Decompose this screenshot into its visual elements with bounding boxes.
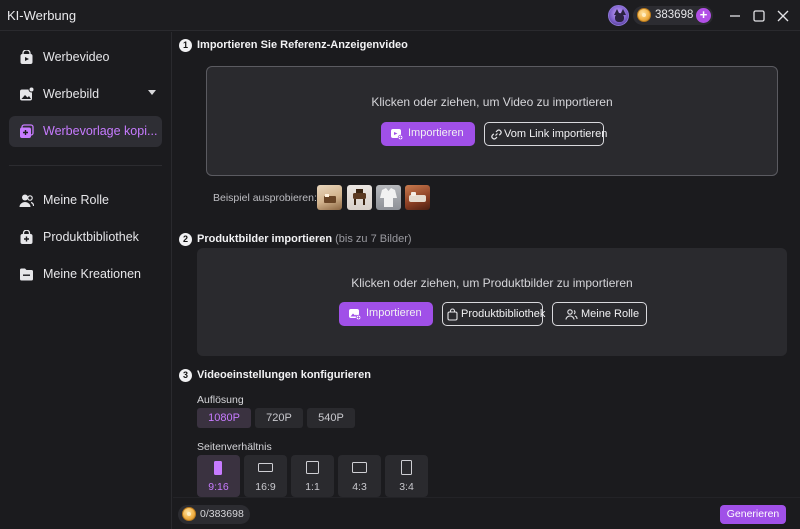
section-title: Importieren Sie Referenz-Anzeigenvideo: [197, 39, 408, 51]
minimize-button[interactable]: [725, 6, 745, 26]
sidebar-item-label: Produktbibliothek: [43, 230, 139, 244]
credits-balance: 383698: [655, 9, 694, 21]
sidebar-item-meine-rolle[interactable]: Meine Rolle: [9, 185, 162, 216]
sidebar-item-label: Meine Rolle: [43, 193, 110, 207]
aspect-label: 16:9: [255, 481, 276, 493]
title-bar: KI-Werbung 383698 +: [0, 0, 800, 31]
resolution-option-720p[interactable]: 720P: [255, 408, 303, 428]
step-number: 3: [179, 369, 192, 382]
sample-thumbnail[interactable]: [317, 185, 342, 210]
sidebar-divider: [9, 165, 162, 166]
avatar-face-icon: [615, 13, 624, 22]
video-dropzone[interactable]: Klicken oder ziehen, um Video zu importi…: [206, 66, 778, 176]
button-label: Meine Rolle: [581, 308, 640, 320]
import-images-button[interactable]: Importieren: [339, 302, 433, 326]
sidebar: Werbevideo Werbebild Werbevorlage kopi..…: [0, 32, 172, 529]
dropzone-text: Klicken oder ziehen, um Video zu importi…: [371, 95, 613, 109]
close-icon: [777, 10, 789, 22]
square-ratio-icon: [306, 461, 319, 474]
main-content: 1 Importieren Sie Referenz-Anzeigenvideo…: [173, 32, 800, 497]
button-label: Importieren: [408, 127, 464, 139]
link-icon: [490, 128, 503, 141]
section-title: Videoeinstellungen konfigurieren: [197, 369, 371, 381]
product-library-button[interactable]: Produktbibliothek: [442, 302, 546, 326]
section-title-text: Produktbilder importieren: [197, 233, 333, 245]
aspect-ratio-label: Seitenverhältnis: [197, 441, 272, 453]
credits-pill[interactable]: 383698 +: [633, 6, 713, 25]
users-icon: [19, 193, 35, 208]
generate-button[interactable]: Generieren: [720, 505, 786, 524]
button-label: Vom Link importieren: [504, 128, 608, 140]
button-label: Importieren: [366, 307, 422, 319]
maximize-icon: [753, 10, 765, 22]
section-hint: (bis zu 7 Bilder): [335, 233, 412, 245]
landscape-ratio-icon: [352, 462, 367, 473]
aspect-label: 9:16: [208, 481, 229, 493]
sidebar-item-label: Meine Kreationen: [43, 267, 141, 281]
video-bag-icon: [19, 49, 34, 65]
add-credits-icon[interactable]: +: [696, 8, 711, 23]
aspect-option-3-4[interactable]: 3:4: [385, 455, 428, 497]
import-from-link-button[interactable]: Vom Link importieren: [484, 122, 608, 146]
landscape-ratio-icon: [258, 463, 273, 472]
sidebar-item-werbevorlage[interactable]: Werbevorlage kopi...: [9, 116, 162, 147]
aspect-option-9-16[interactable]: 9:16: [197, 455, 240, 497]
close-button[interactable]: [773, 6, 793, 26]
product-images-dropzone[interactable]: Klicken oder ziehen, um Produktbilder zu…: [197, 248, 787, 356]
sidebar-item-werbevideo[interactable]: Werbevideo: [9, 42, 162, 73]
import-icon: [348, 307, 362, 321]
resolution-option-540p[interactable]: 540P: [307, 408, 355, 428]
user-avatar[interactable]: [608, 5, 629, 26]
aspect-option-16-9[interactable]: 16:9: [244, 455, 287, 497]
aspect-label: 4:3: [352, 481, 367, 493]
image-icon: [19, 86, 35, 102]
my-role-button[interactable]: Meine Rolle: [552, 302, 647, 326]
sidebar-item-meine-kreationen[interactable]: Meine Kreationen: [9, 259, 162, 290]
coin-icon: [637, 8, 651, 22]
folder-icon: [19, 267, 34, 282]
resolution-label: Auflösung: [197, 394, 244, 406]
step-number: 2: [179, 233, 192, 246]
resolution-option-1080p[interactable]: 1080P: [197, 408, 251, 428]
aspect-label: 1:1: [305, 481, 320, 493]
credit-usage-pill: 0/383698: [178, 505, 250, 524]
sidebar-item-produktbibliothek[interactable]: Produktbibliothek: [9, 222, 162, 253]
sidebar-item-label: Werbebild: [43, 87, 100, 101]
aspect-option-4-3[interactable]: 4:3: [338, 455, 381, 497]
dropzone-text: Klicken oder ziehen, um Produktbilder zu…: [351, 276, 633, 290]
credit-usage: 0/383698: [200, 508, 244, 520]
sample-thumbnail[interactable]: [347, 185, 372, 210]
import-video-button[interactable]: Importieren: [381, 122, 475, 146]
aspect-option-1-1[interactable]: 1:1: [291, 455, 334, 497]
section-title: Produktbilder importieren (bis zu 7 Bild…: [197, 233, 412, 245]
sidebar-item-werbebild[interactable]: Werbebild: [9, 79, 162, 110]
samples-label: Beispiel ausprobieren:: [213, 192, 317, 204]
shopping-bag-icon: [446, 308, 459, 321]
coin-icon: [182, 507, 196, 521]
maximize-button[interactable]: [749, 6, 769, 26]
portrait-ratio-icon: [401, 460, 412, 475]
import-icon: [390, 127, 404, 141]
sidebar-item-label: Werbevorlage kopi...: [43, 124, 158, 138]
bottom-bar: 0/383698 Generieren: [173, 497, 800, 529]
minimize-icon: [730, 15, 740, 17]
portrait-ratio-icon: [214, 461, 222, 475]
button-label: Produktbibliothek: [461, 308, 546, 320]
chevron-down-icon[interactable]: [148, 90, 156, 95]
sidebar-item-label: Werbevideo: [43, 50, 110, 64]
product-bag-icon: [19, 229, 34, 245]
sample-thumbnail[interactable]: [405, 185, 430, 210]
step-number: 1: [179, 39, 192, 52]
template-copy-icon: [19, 124, 34, 139]
aspect-label: 3:4: [399, 481, 414, 493]
app-title: KI-Werbung: [7, 8, 77, 23]
users-icon: [565, 308, 578, 321]
sample-thumbnail[interactable]: [376, 185, 401, 210]
